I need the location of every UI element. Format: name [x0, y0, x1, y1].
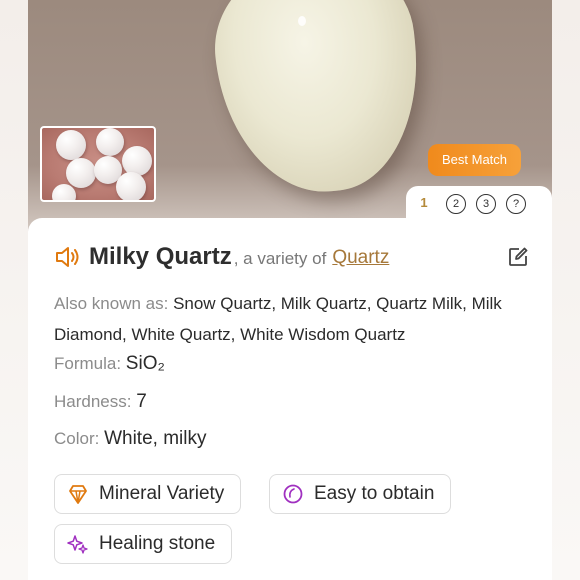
page-unknown-button[interactable]: ?	[506, 194, 526, 214]
bead	[56, 130, 86, 160]
bead	[52, 184, 76, 200]
variety-prefix: , a variety of	[233, 249, 327, 268]
bead	[116, 172, 146, 200]
formula-value: SiO₂	[125, 353, 165, 374]
tag-healing-stone[interactable]: Healing stone	[54, 524, 233, 564]
crystal-icon	[69, 485, 87, 504]
stone-photo	[206, 0, 430, 202]
best-match-badge: Best Match	[428, 144, 522, 176]
bead	[66, 158, 96, 188]
speaker-icon[interactable]	[54, 245, 82, 269]
color-label: Color:	[54, 429, 105, 448]
stone-name: Milky Quartz	[89, 243, 232, 270]
title-row: Milky Quartz , a variety of Quartz	[54, 240, 534, 274]
variety-link[interactable]: Quartz	[332, 247, 389, 269]
image-pager: 1 2 3 ?	[406, 186, 552, 222]
info-card: Milky Quartz , a variety of Quartz Also …	[28, 218, 552, 580]
page-2-button[interactable]: 2	[446, 194, 466, 214]
page-3-button[interactable]: 3	[476, 194, 496, 214]
formula-row: Formula: SiO₂	[54, 353, 165, 375]
gem-ring-icon	[283, 484, 303, 504]
page-1-button[interactable]: 1	[414, 194, 434, 214]
aka-label: Also known as:	[54, 294, 174, 313]
tag-label: Easy to obtain	[314, 483, 435, 504]
thumbnail-image[interactable]	[40, 126, 156, 202]
formula-label: Formula:	[54, 354, 126, 373]
also-known-as: Also known as: Snow Quartz, Milk Quartz,…	[54, 288, 534, 350]
left-margin	[0, 0, 28, 580]
color-row: Color: White, milky	[54, 428, 206, 450]
color-value: White, milky	[104, 428, 207, 449]
right-margin	[552, 0, 580, 580]
tag-mineral-variety[interactable]: Mineral Variety	[54, 474, 242, 514]
sparkles-icon	[67, 535, 88, 554]
hardness-value: 7	[136, 391, 147, 412]
hardness-row: Hardness: 7	[54, 391, 147, 413]
hardness-label: Hardness:	[54, 392, 137, 411]
tag-label: Mineral Variety	[99, 483, 225, 504]
bead	[96, 128, 124, 156]
tag-label: Healing stone	[99, 533, 216, 554]
tag-easy-to-obtain[interactable]: Easy to obtain	[269, 474, 452, 514]
edit-icon[interactable]	[507, 246, 529, 268]
stone-highlight	[298, 16, 306, 26]
